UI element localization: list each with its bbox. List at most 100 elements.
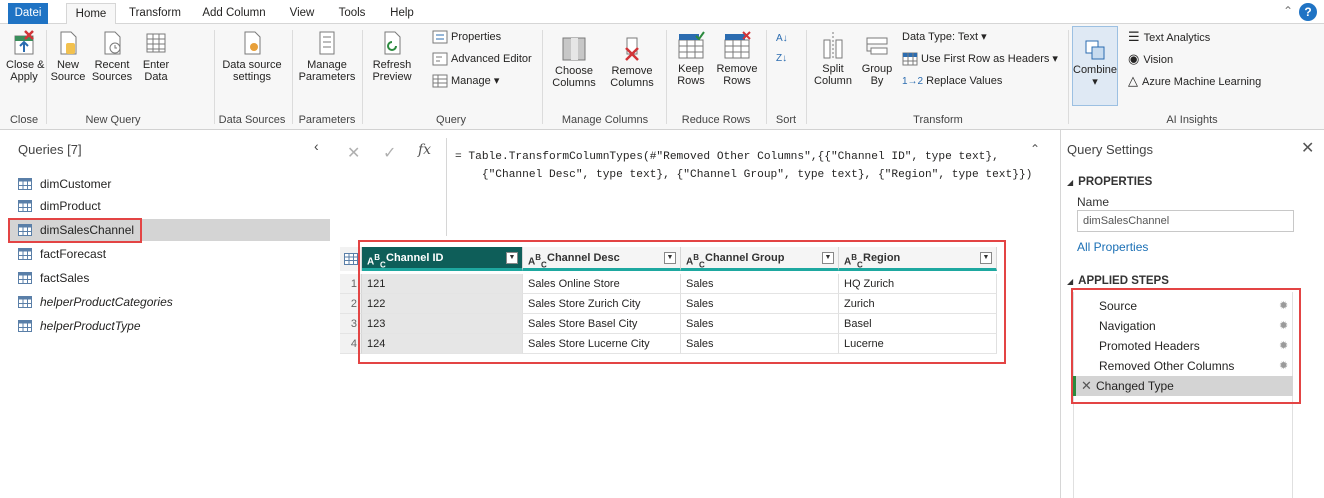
azure-ml-label: Azure Machine Learning [1142, 76, 1262, 88]
text-analytics-icon: ☰ [1128, 29, 1140, 44]
keep-rows-button[interactable]: Keep Rows [670, 30, 712, 87]
query-item[interactable]: helperProductType [10, 315, 330, 337]
formula-input[interactable]: = Table.TransformColumnTypes(#"Removed O… [455, 148, 1035, 184]
refresh-preview-button[interactable]: Refresh Preview [366, 30, 418, 83]
tab-home[interactable]: Home [66, 3, 116, 25]
enter-data-button[interactable]: Enter Data [136, 30, 176, 83]
queries-panel: Queries [7] ‹ dimCustomer dimProduct dim… [8, 138, 330, 490]
query-name-input[interactable]: dimSalesChannel [1077, 210, 1294, 232]
manage-button[interactable]: Manage ▾ [432, 72, 499, 90]
query-item[interactable]: dimCustomer [10, 173, 330, 195]
vision-button[interactable]: ◉ Vision [1128, 50, 1173, 68]
new-source-button[interactable]: New Source [50, 30, 86, 83]
remove-rows-icon [724, 31, 751, 59]
query-item[interactable]: dimProduct [10, 195, 330, 217]
group-label-query: Query [436, 114, 466, 126]
replace-values-icon: 1→2 [902, 76, 924, 87]
manage-parameters-label: Manage Parameters [298, 59, 356, 83]
split-column-label: Split Column [814, 63, 852, 87]
properties-icon [432, 30, 448, 44]
help-icon[interactable]: ? [1299, 3, 1317, 21]
collapse-formula-icon[interactable]: ⌃ [1030, 142, 1040, 156]
table-icon [18, 200, 32, 212]
data-source-settings-icon [244, 31, 261, 55]
refresh-preview-icon [384, 31, 401, 55]
properties-button[interactable]: Properties [432, 28, 501, 46]
split-column-button[interactable]: Split Column [810, 30, 856, 87]
fx-icon[interactable]: fx [418, 142, 431, 158]
text-analytics-button[interactable]: ☰ Text Analytics [1128, 28, 1210, 46]
keep-rows-icon [678, 31, 705, 59]
use-first-row-headers-label: Use First Row as Headers [921, 53, 1050, 65]
close-icon[interactable]: ✕ [1301, 138, 1314, 158]
group-by-label: Group By [861, 63, 893, 87]
combine-label: Combine [1073, 64, 1118, 76]
collapse-triangle-icon: ◢ [1067, 277, 1074, 286]
recent-sources-icon [104, 31, 121, 55]
combine-button[interactable]: Combine ▾ [1072, 26, 1118, 106]
group-label-new-query: New Query [85, 114, 141, 126]
group-by-button[interactable]: Group By [858, 30, 896, 87]
group-separator [806, 30, 807, 124]
azure-ml-button[interactable]: △ Azure Machine Learning [1128, 72, 1261, 90]
replace-values-button[interactable]: 1→2 Replace Values [902, 72, 1002, 90]
collapse-ribbon-icon[interactable]: ⌃ [1283, 4, 1293, 18]
highlight-box [358, 240, 1006, 364]
cancel-formula-icon[interactable]: ✕ [347, 143, 360, 163]
tab-datei[interactable]: Datei [8, 3, 48, 24]
remove-columns-button[interactable]: Remove Columns [604, 36, 660, 89]
remove-rows-label: Remove Rows [716, 63, 758, 87]
applied-steps-header-label: APPLIED STEPS [1078, 275, 1169, 287]
tab-help[interactable]: Help [382, 3, 422, 24]
split-column-icon [823, 32, 843, 59]
recent-sources-button[interactable]: Recent Sources [90, 30, 134, 83]
close-apply-label: Close & Apply [6, 59, 45, 83]
sort-ascending-icon: A↓ [776, 33, 788, 44]
tab-add-column[interactable]: Add Column [194, 3, 274, 24]
data-source-settings-button[interactable]: Data source settings [216, 30, 288, 83]
close-apply-button[interactable]: Close & Apply [6, 30, 45, 83]
data-type-label: Data Type: Text [902, 31, 979, 43]
properties-header[interactable]: ◢ PROPERTIES [1067, 176, 1152, 188]
choose-columns-label: Choose Columns [552, 65, 596, 89]
query-label: helperProductType [40, 319, 141, 333]
query-settings-title: Query Settings [1067, 142, 1153, 157]
data-type-dropdown[interactable]: Data Type: Text ▾ [902, 28, 987, 46]
query-item[interactable]: factSales [10, 267, 330, 289]
chevron-down-icon: ▾ [978, 31, 987, 43]
group-label-sort: Sort [775, 114, 797, 126]
query-label: dimCustomer [40, 177, 112, 191]
enter-data-label: Enter Data [142, 59, 170, 83]
applied-steps-header[interactable]: ◢ APPLIED STEPS [1067, 275, 1169, 287]
query-item[interactable]: helperProductCategories [10, 291, 330, 313]
commit-formula-icon[interactable]: ✓ [383, 143, 396, 163]
group-label-ai-insights: AI Insights [1166, 114, 1218, 126]
advanced-editor-button[interactable]: Advanced Editor [432, 50, 532, 68]
remove-rows-button[interactable]: Remove Rows [714, 30, 760, 87]
group-label-transform: Transform [913, 114, 963, 126]
manage-parameters-button[interactable]: Manage Parameters [296, 30, 358, 83]
collapse-panel-icon[interactable]: ‹ [314, 138, 319, 154]
query-label: factForecast [40, 247, 107, 261]
tab-tools[interactable]: Tools [330, 3, 374, 24]
query-label: factSales [40, 271, 90, 285]
sort-ascending-button[interactable]: A↓ [776, 30, 788, 48]
tab-transform[interactable]: Transform [124, 3, 186, 24]
chevron-down-icon: ▾ [490, 75, 500, 87]
all-properties-link[interactable]: All Properties [1077, 240, 1148, 254]
remove-columns-icon [625, 37, 639, 61]
sort-descending-button[interactable]: Z↓ [776, 50, 787, 68]
use-first-row-headers-button[interactable]: Use First Row as Headers ▾ [902, 50, 1058, 68]
replace-values-label: Replace Values [926, 75, 1003, 87]
group-separator [1068, 30, 1069, 124]
choose-columns-button[interactable]: Choose Columns [546, 36, 602, 89]
formula-bar: ✕ ✓ fx = Table.TransformColumnTypes(#"Re… [333, 138, 1059, 236]
sort-descending-icon: Z↓ [776, 53, 788, 64]
query-item[interactable]: factForecast [10, 243, 330, 265]
group-separator [46, 30, 47, 124]
close-apply-icon [14, 30, 34, 55]
tab-view[interactable]: View [282, 3, 322, 24]
table-icon [18, 248, 32, 260]
recent-sources-label: Recent Sources [91, 59, 133, 83]
query-settings-panel: Query Settings ✕ ◢ PROPERTIES Name dimSal… [1060, 130, 1324, 498]
